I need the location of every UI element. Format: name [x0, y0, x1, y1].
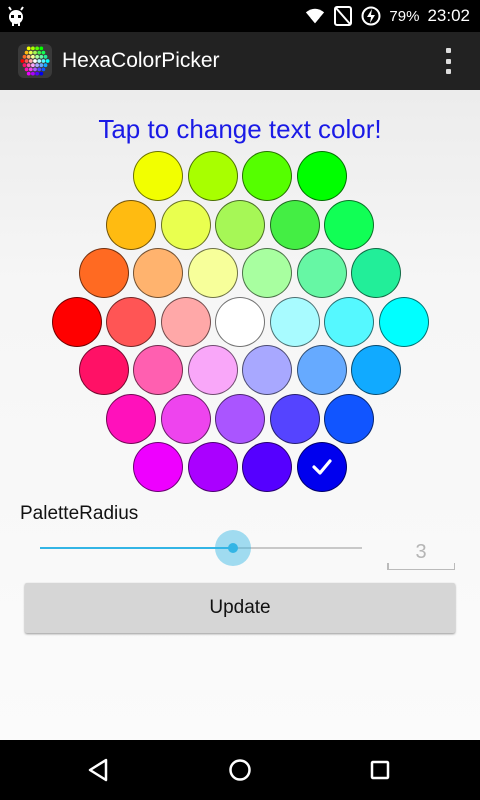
palette-radius-value-field[interactable]: 3	[387, 540, 455, 570]
color-swatch[interactable]	[106, 199, 156, 250]
main-content: Tap to change text color! PaletteRadius …	[0, 90, 480, 740]
color-swatch[interactable]	[160, 393, 211, 444]
color-swatch[interactable]	[242, 442, 293, 492]
color-swatch[interactable]	[351, 345, 402, 395]
battery-charging-icon	[361, 6, 381, 26]
hex-color-palette	[0, 90, 480, 510]
no-signal-icon	[333, 6, 353, 26]
color-swatch[interactable]	[242, 151, 293, 201]
color-swatch[interactable]	[296, 151, 347, 201]
color-swatch[interactable]	[78, 248, 129, 298]
color-swatch[interactable]	[215, 393, 265, 444]
color-swatch[interactable]	[324, 393, 374, 444]
color-swatch[interactable]	[160, 296, 211, 347]
color-swatch[interactable]	[215, 199, 265, 250]
wifi-icon	[305, 6, 325, 26]
color-swatch[interactable]	[133, 151, 184, 201]
status-icons: 79% 23:02	[305, 0, 470, 32]
color-swatch[interactable]	[106, 393, 156, 444]
color-swatch[interactable]	[78, 345, 129, 395]
update-button[interactable]: Update	[25, 583, 455, 633]
color-swatch[interactable]	[187, 442, 238, 492]
color-swatch[interactable]	[269, 393, 320, 444]
recents-icon[interactable]	[364, 754, 396, 786]
action-bar: HexaColorPicker	[0, 32, 480, 90]
app-title: HexaColorPicker	[62, 49, 220, 72]
color-swatch[interactable]	[324, 296, 374, 347]
color-swatch[interactable]	[51, 296, 102, 347]
color-swatch[interactable]	[160, 199, 211, 250]
status-bar: 79% 23:02	[0, 0, 480, 32]
navigation-bar	[0, 740, 480, 800]
color-swatch[interactable]	[215, 296, 265, 347]
color-swatch[interactable]	[187, 345, 238, 395]
palette-radius-slider[interactable]	[40, 530, 362, 566]
color-swatch[interactable]	[378, 296, 429, 347]
overflow-menu-icon[interactable]	[442, 48, 454, 74]
color-swatch[interactable]	[269, 199, 320, 250]
color-swatch[interactable]	[269, 296, 320, 347]
color-swatch[interactable]	[324, 199, 374, 250]
back-icon[interactable]	[82, 754, 114, 786]
color-swatch[interactable]	[242, 248, 293, 298]
battery-percent: 79%	[389, 7, 420, 25]
color-swatch-selected[interactable]	[296, 442, 347, 492]
slider-fill	[40, 547, 234, 549]
color-swatch[interactable]	[133, 345, 184, 395]
color-swatch[interactable]	[106, 296, 156, 347]
color-swatch[interactable]	[351, 248, 402, 298]
debug-bug-icon	[6, 6, 26, 26]
color-swatch[interactable]	[187, 151, 238, 201]
clock: 23:02	[427, 6, 470, 25]
checkmark-icon	[298, 443, 346, 491]
color-swatch[interactable]	[187, 248, 238, 298]
home-icon[interactable]	[224, 754, 256, 786]
app-hex-palette-icon	[18, 44, 52, 78]
color-swatch[interactable]	[133, 442, 184, 492]
color-swatch[interactable]	[296, 345, 347, 395]
color-swatch[interactable]	[296, 248, 347, 298]
color-swatch[interactable]	[133, 248, 184, 298]
color-swatch[interactable]	[242, 345, 293, 395]
palette-radius-label: PaletteRadius	[20, 503, 139, 524]
